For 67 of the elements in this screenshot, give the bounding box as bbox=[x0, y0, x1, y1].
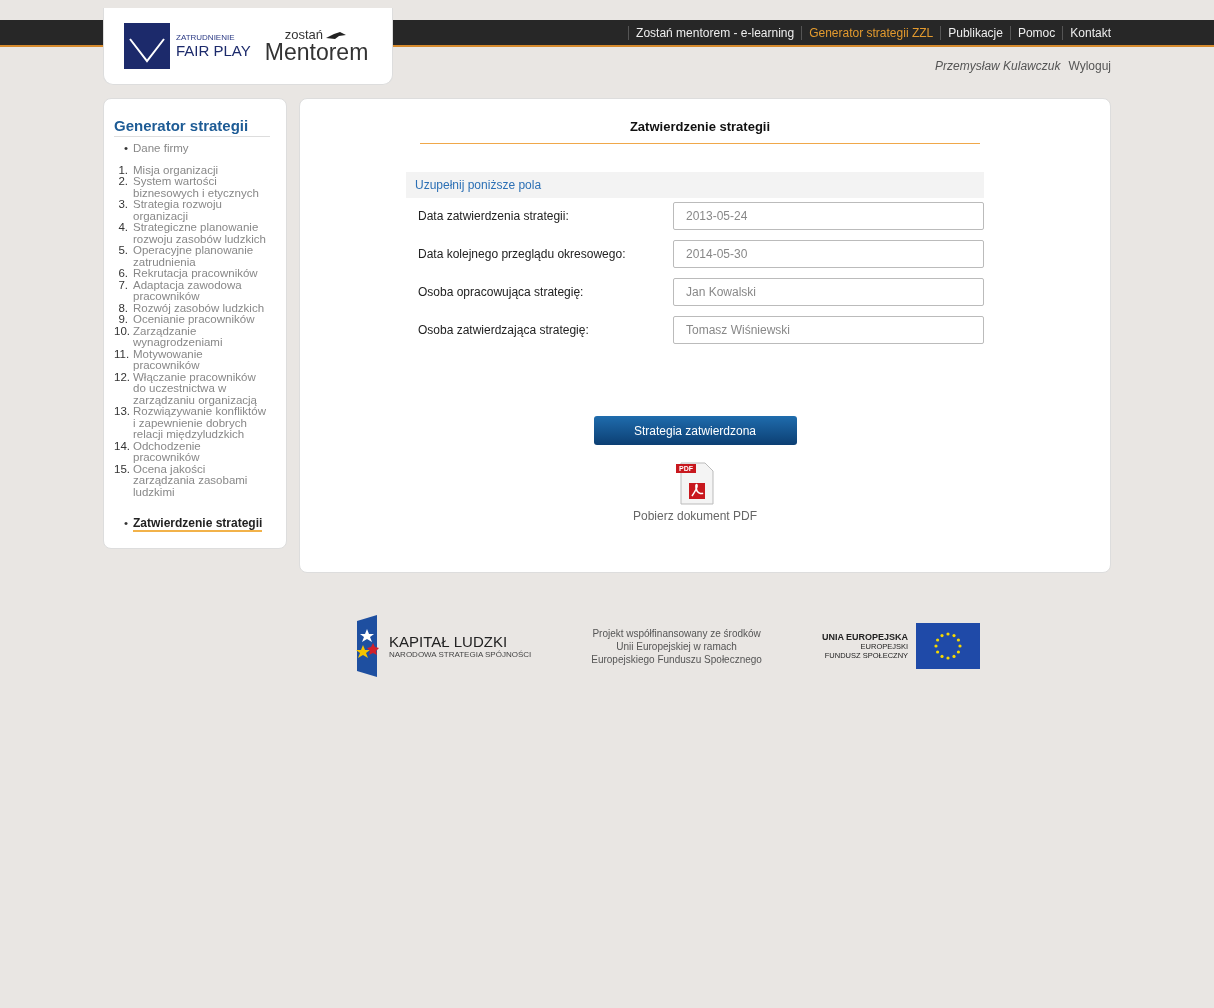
sidebar-title: Generator strategii bbox=[114, 117, 270, 137]
section-header: Uzupełnij poniższe pola bbox=[406, 172, 984, 198]
field-label: Osoba opracowująca strategię: bbox=[418, 285, 585, 299]
field-label: Data kolejnego przeglądu okresowego: bbox=[418, 247, 627, 261]
list-marker: 2. bbox=[117, 176, 129, 189]
nav-link[interactable]: Publikacje bbox=[940, 25, 1010, 40]
sidebar-item[interactable]: Ocena jakości zarządzania zasobami ludzkimi bbox=[133, 463, 270, 498]
funding-note: Unii Europejskiej w ramach bbox=[616, 639, 737, 653]
list-marker: 9. bbox=[117, 314, 129, 326]
user-name: Przemysław Kulawczuk bbox=[935, 59, 1061, 73]
nav-link[interactable]: Zostań mentorem - e-learning bbox=[628, 25, 802, 40]
list-marker: 13. bbox=[114, 406, 131, 419]
input-field[interactable]: Jan Kowalski bbox=[673, 278, 984, 306]
download-pdf-link[interactable]: Pobierz dokument PDF bbox=[632, 509, 758, 523]
bird-icon bbox=[325, 31, 348, 41]
input-field[interactable]: Tomasz Wiśniewski bbox=[673, 316, 984, 344]
list-marker: 5. bbox=[117, 245, 129, 258]
list-marker: • bbox=[122, 518, 129, 531]
list-marker: 12. bbox=[114, 371, 131, 385]
sidebar-item[interactable]: Misja organizacji bbox=[133, 164, 218, 176]
list-marker: 1. bbox=[117, 164, 129, 176]
sidebar-item[interactable]: Rozwiązywanie konfliktów i zapewnienie dobrych relacji międzyludzkich bbox=[133, 406, 270, 441]
page-title: Zatwierdzenie strategii bbox=[420, 119, 980, 144]
sidebar-item[interactable]: Odchodzenie pracowników bbox=[133, 440, 270, 464]
sidebar-item[interactable]: Rozwój zasobów ludzkich bbox=[133, 302, 265, 314]
sidebar-item[interactable]: Zarządzanie wynagrodzeniami bbox=[133, 325, 270, 349]
funding-note: Europejskiego Funduszu Społecznego bbox=[591, 652, 762, 666]
nav-link[interactable]: Pomoc bbox=[1009, 25, 1063, 40]
list-marker: 3. bbox=[117, 199, 129, 212]
logout-link[interactable]: Wyloguj bbox=[1068, 59, 1111, 73]
field-label: Data zatwierdzenia strategii: bbox=[418, 209, 570, 223]
sidebar-item[interactable]: System wartości biznesowych i etycznych bbox=[133, 176, 270, 199]
sidebar-item[interactable]: Włączanie pracowników do uczestnictwa w zarządzaniu organizacją bbox=[133, 371, 270, 406]
list-marker: 7. bbox=[117, 279, 129, 293]
list-marker: 4. bbox=[117, 222, 129, 235]
list-marker: 14. bbox=[114, 440, 131, 454]
sidebar-item[interactable]: Strategia rozwoju organizacji bbox=[133, 199, 270, 222]
list-marker: 11. bbox=[114, 348, 131, 362]
check-mark-icon bbox=[124, 23, 170, 69]
input-field[interactable]: 2013-05-24 bbox=[673, 202, 984, 230]
list-marker: 15. bbox=[114, 463, 131, 477]
program-logo-subtitle: NARODOWA STRATEGIA SPÓJNOŚCI bbox=[389, 650, 532, 659]
sidebar-item[interactable]: Strategiczne planowanie rozwoju zasobów ludzkich bbox=[133, 222, 270, 245]
logo-name: Mentorem bbox=[264, 41, 369, 64]
sidebar-item[interactable]: Ocenianie pracowników bbox=[133, 314, 255, 326]
nav-link[interactable]: Generator strategii ZZL bbox=[801, 25, 941, 40]
sidebar-item[interactable]: Rekrutacja pracowników bbox=[133, 268, 258, 280]
sidebar-item[interactable]: Zatwierdzenie strategii bbox=[133, 518, 263, 532]
sidebar-item[interactable]: Motywowanie pracowników bbox=[133, 348, 270, 372]
logo-name: FAIR PLAY bbox=[176, 42, 251, 59]
input-field[interactable]: 2014-05-30 bbox=[673, 240, 984, 268]
list-marker: 8. bbox=[117, 302, 129, 314]
nav-link[interactable]: Kontakt bbox=[1062, 25, 1111, 40]
list-marker: 6. bbox=[117, 268, 129, 280]
eu-flag-icon bbox=[916, 623, 981, 669]
approved-button[interactable]: Strategia zatwierdzona bbox=[593, 416, 797, 445]
eu-logo-text: UNIA EUROPEJSKA bbox=[821, 632, 909, 642]
sidebar-item[interactable]: Operacyjne planowanie zatrudnienia bbox=[133, 245, 270, 268]
program-logo-text: KAPITAŁ LUDZKI bbox=[389, 633, 509, 650]
list-marker: 10. bbox=[114, 325, 131, 339]
funding-note: Projekt współfinansowany ze środków bbox=[592, 626, 761, 640]
list-marker: • bbox=[122, 143, 129, 155]
field-label: Osoba zatwierdzająca strategię: bbox=[418, 323, 590, 337]
sidebar-item[interactable]: Dane firmy bbox=[133, 143, 189, 155]
logo-tagline: zostań bbox=[284, 28, 324, 41]
sidebar-item[interactable]: Adaptacja zawodowa pracowników bbox=[133, 279, 270, 303]
logo-tagline: ZATRUDNIENIE bbox=[176, 33, 236, 42]
